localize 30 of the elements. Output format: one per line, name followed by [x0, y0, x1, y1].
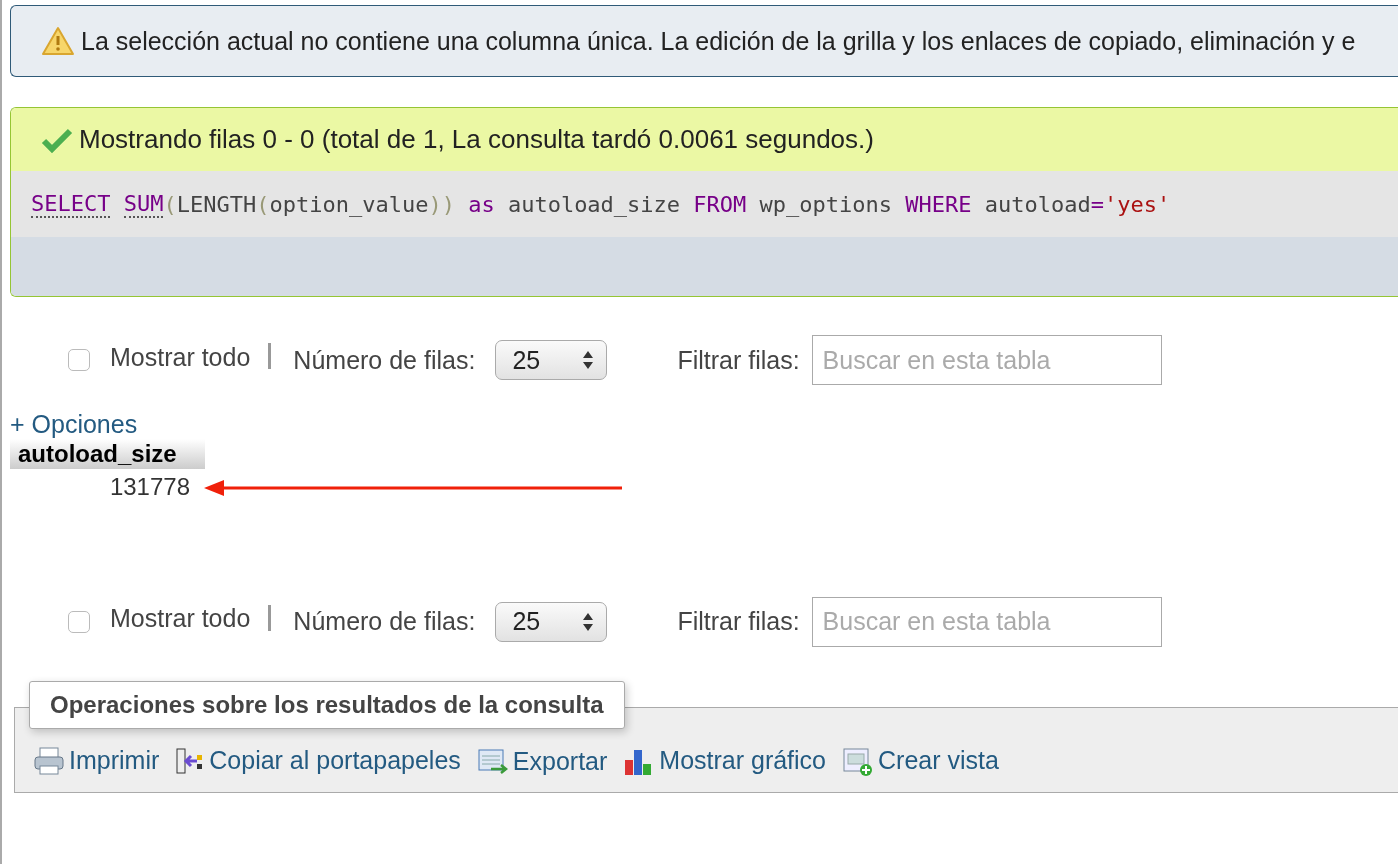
- show-all-label: Mostrar todo: [110, 342, 251, 372]
- action-link[interactable]: Exportar: [476, 746, 608, 776]
- rows-select[interactable]: 25: [495, 601, 608, 642]
- filter-field[interactable]: Buscar en esta tabla: [811, 335, 1162, 385]
- options-link[interactable]: + Opciones: [10, 410, 138, 438]
- warning-icon: [41, 26, 75, 56]
- column-header[interactable]: autoload_size: [10, 438, 205, 469]
- filter-label: Filtrar filas:: [677, 345, 800, 375]
- action-link[interactable]: Mostrar gráfico: [623, 745, 827, 776]
- rows-label: Número de filas:: [293, 607, 476, 636]
- table-cell-text: 131778: [108, 471, 190, 501]
- printer-icon: [33, 745, 65, 776]
- checkbox[interactable]: [68, 610, 90, 633]
- sql-query: SELECT SUM(LENGTH(option_value)) as autoload_size FROM wp_options WHERE autoload='yes': [11, 171, 1398, 237]
- filter-field[interactable]: Buscar en esta tabla: [811, 596, 1162, 647]
- check-icon: [41, 126, 73, 153]
- show-all-label: Mostrar todo: [110, 604, 251, 633]
- operations-title: Operaciones sobre los resultados de la consulta: [29, 680, 625, 729]
- stepper-icon: [582, 349, 595, 371]
- success-message: Mostrando filas 0 - 0 (total de 1, La consulta tardó 0.0061 segundos.): [79, 124, 874, 155]
- action-link[interactable]: Copiar al portapapeles: [175, 745, 461, 776]
- view-icon: [842, 745, 875, 776]
- warning-text: La selección actual no contiene una columna única. La edición de la grilla y los enlaces de copiado, eliminación y e: [81, 26, 1356, 56]
- checkbox[interactable]: [68, 349, 90, 371]
- action-link[interactable]: Crear vista: [842, 745, 999, 776]
- export-icon: [476, 747, 509, 775]
- rows-select[interactable]: 25: [495, 340, 608, 380]
- filter-label: Filtrar filas:: [677, 607, 800, 636]
- rows-label: Número de filas:: [293, 345, 476, 375]
- action-link[interactable]: Imprimir: [33, 745, 160, 776]
